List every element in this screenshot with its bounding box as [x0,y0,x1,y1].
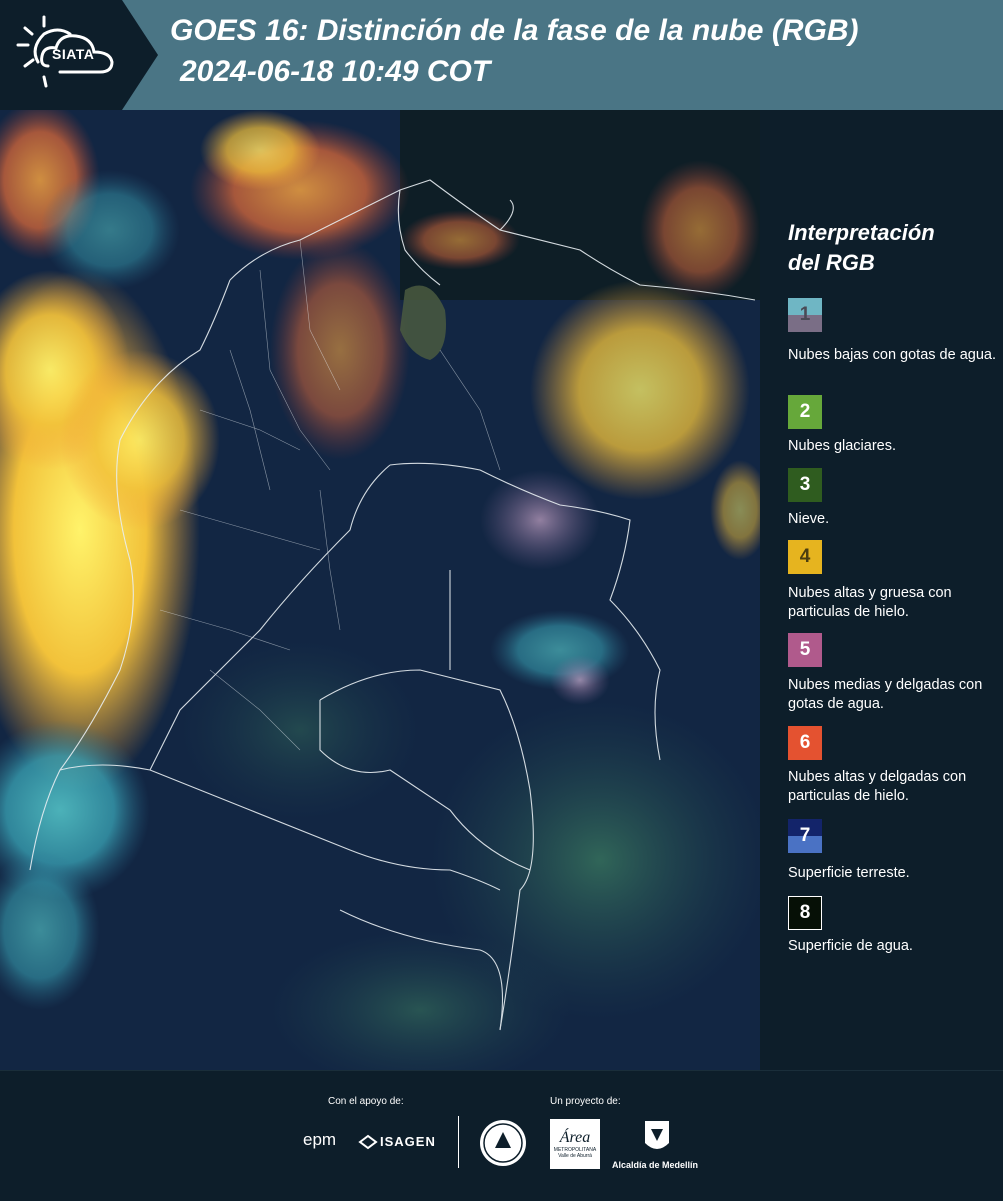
legend-label-5: Nubes medias y delgadas con gotas de agu… [788,677,983,712]
legend-label-8: Superficie de agua. [788,938,913,954]
legend-title: Interpretación del RGB [788,218,988,278]
alcaldia-crest-icon [645,1121,669,1149]
area-logo-text: Área [559,1129,591,1146]
legend-number: 3 [799,474,811,495]
legend-swatch-2: 2 [788,395,822,429]
footer-divider [458,1116,459,1168]
legend-number: 6 [799,732,811,753]
satellite-map [0,110,760,1070]
legend-number: 1 [799,304,811,325]
legend-swatch-7: 7 [788,819,822,853]
isagen-logo: ISAGEN [380,1134,436,1149]
area-logo-subtext2: Valle de Aburrá [558,1153,592,1159]
legend-label-6: Nubes altas y delgadas con particulas de… [788,769,967,804]
legend-swatch-6: 6 [788,726,822,760]
medellin-seal-icon [480,1120,526,1166]
legend-swatch-4: 4 [788,540,822,574]
legend-label-2: Nubes glaciares. [788,438,896,454]
legend-number: 2 [799,401,811,422]
legend-number: 7 [799,825,811,846]
legend-label-7: Superficie terreste. [788,865,910,881]
page-title: GOES 16: Distinción de la fase de la nub… [170,14,859,47]
legend-label-4: Nubes altas y gruesa con particulas de h… [788,585,952,620]
legend-number: 8 [799,902,811,923]
support-label: Con el apoyo de: [328,1096,404,1107]
isagen-mark-icon [358,1134,378,1150]
alcaldia-label: Alcaldía de Medellín [612,1160,699,1170]
legend-swatch-5: 5 [788,633,822,667]
legend-number: 4 [799,546,811,567]
legend-title-line1: Interpretación [788,220,935,245]
epm-logo: epm [303,1130,337,1149]
legend-label-3: Nieve. [788,511,830,527]
legend-label-1: Nubes bajas con gotas de agua. [788,347,996,363]
legend-swatch-1: 1 [788,298,822,332]
legend-number: 5 [799,639,811,660]
legend-swatch-3: 3 [788,468,822,502]
legend-title-line2: del RGB [788,250,875,275]
logo-text: SIATA [52,46,95,62]
legend-swatch-8: 8 [788,896,822,930]
area-metropolitana-logo: Área METROPOLITANA Valle de Aburrá [550,1119,600,1169]
timestamp: 2024-06-18 10:49 COT [180,55,491,88]
project-label: Un proyecto de: [550,1096,621,1107]
